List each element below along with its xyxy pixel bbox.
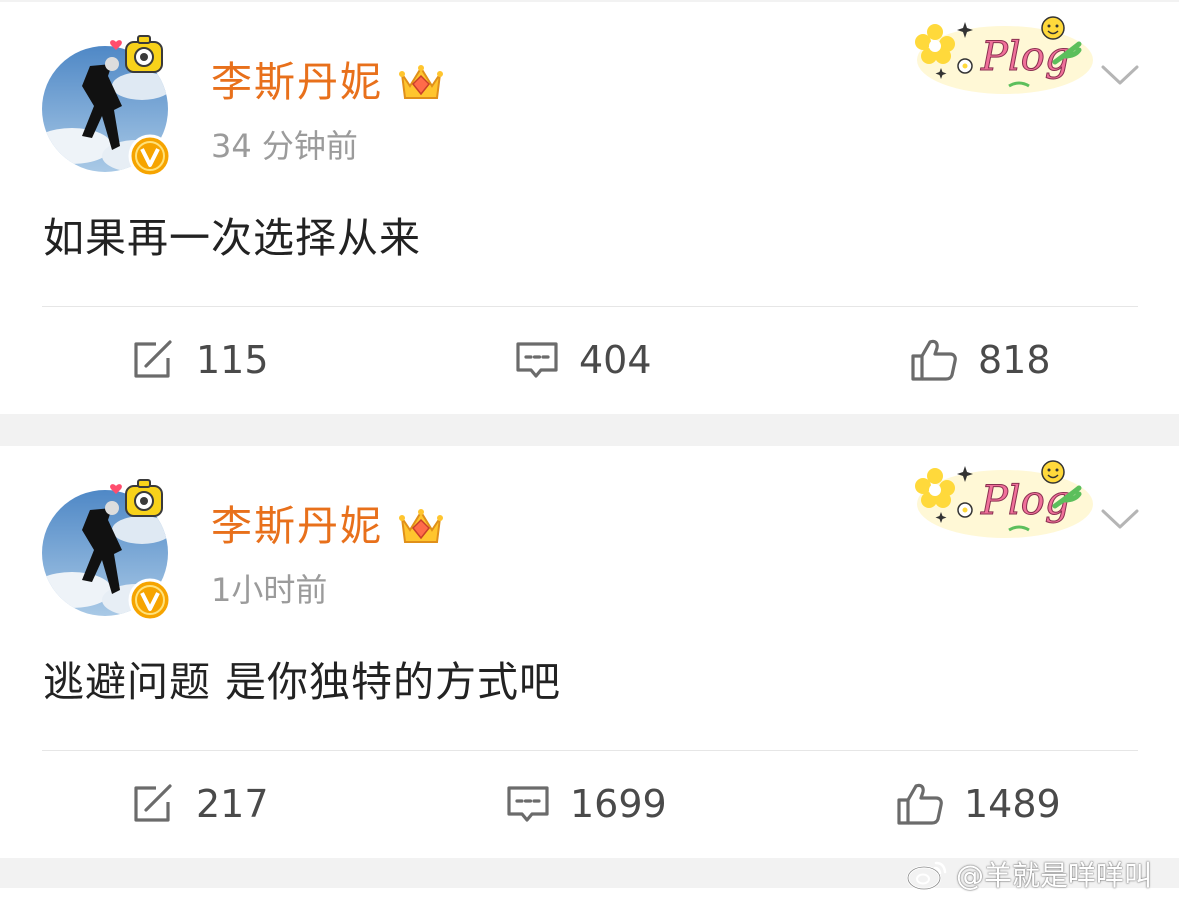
chevron-down-icon[interactable] xyxy=(1100,62,1140,88)
avatar[interactable] xyxy=(40,476,180,626)
camera-pendant-icon xyxy=(110,479,163,517)
divider xyxy=(42,750,1138,751)
watermark: @羊就是咩咩叫 xyxy=(906,856,1152,892)
weibo-logo-icon xyxy=(906,861,947,891)
post-text[interactable]: 逃避问题 是你独特的方式吧 xyxy=(43,654,561,710)
verified-v-icon xyxy=(128,134,172,178)
repost-button[interactable]: 115 xyxy=(132,332,269,388)
camera-pendant-icon xyxy=(110,35,163,73)
like-count: 818 xyxy=(978,338,1051,382)
verified-v-icon xyxy=(128,578,172,622)
repost-button[interactable]: 217 xyxy=(132,776,269,832)
divider xyxy=(42,306,1138,307)
comment-count: 404 xyxy=(579,338,652,382)
plog-text: Plog xyxy=(980,34,1070,80)
repost-count: 217 xyxy=(196,782,269,826)
comment-icon xyxy=(507,786,549,822)
like-button[interactable]: 818 xyxy=(910,332,1051,388)
comment-button[interactable]: 1699 xyxy=(506,776,667,832)
comment-button[interactable]: 404 xyxy=(515,332,652,388)
like-icon xyxy=(911,339,957,381)
author-name[interactable]: 李斯丹妮 xyxy=(211,56,383,108)
crown-icon xyxy=(399,65,443,99)
comment-icon xyxy=(516,342,558,378)
like-button[interactable]: 1489 xyxy=(896,776,1061,832)
post-time: 34 分钟前 xyxy=(211,127,358,165)
plog-sticker: Plog xyxy=(915,460,1093,538)
avatar[interactable] xyxy=(40,32,180,182)
weibo-post-card[interactable]: 李斯丹妮 34 分钟前 Plog 如果再一次选择从来 115 404 818 xyxy=(0,2,1179,414)
weibo-post-card[interactable]: 李斯丹妮 1小时前 Plog 逃避问题 是你独特的方式吧 217 1699 14… xyxy=(0,446,1179,858)
post-text[interactable]: 如果再一次选择从来 xyxy=(43,210,421,266)
plog-sticker: Plog xyxy=(915,16,1093,94)
watermark-text: @羊就是咩咩叫 xyxy=(956,859,1153,892)
repost-icon xyxy=(134,784,172,822)
plog-text: Plog xyxy=(980,478,1070,524)
repost-icon xyxy=(134,340,172,378)
comment-count: 1699 xyxy=(570,782,667,826)
repost-count: 115 xyxy=(196,338,269,382)
post-time: 1小时前 xyxy=(211,571,328,609)
like-icon xyxy=(897,783,943,825)
author-name[interactable]: 李斯丹妮 xyxy=(211,500,383,552)
crown-icon xyxy=(399,509,443,543)
chevron-down-icon[interactable] xyxy=(1100,506,1140,532)
like-count: 1489 xyxy=(964,782,1061,826)
